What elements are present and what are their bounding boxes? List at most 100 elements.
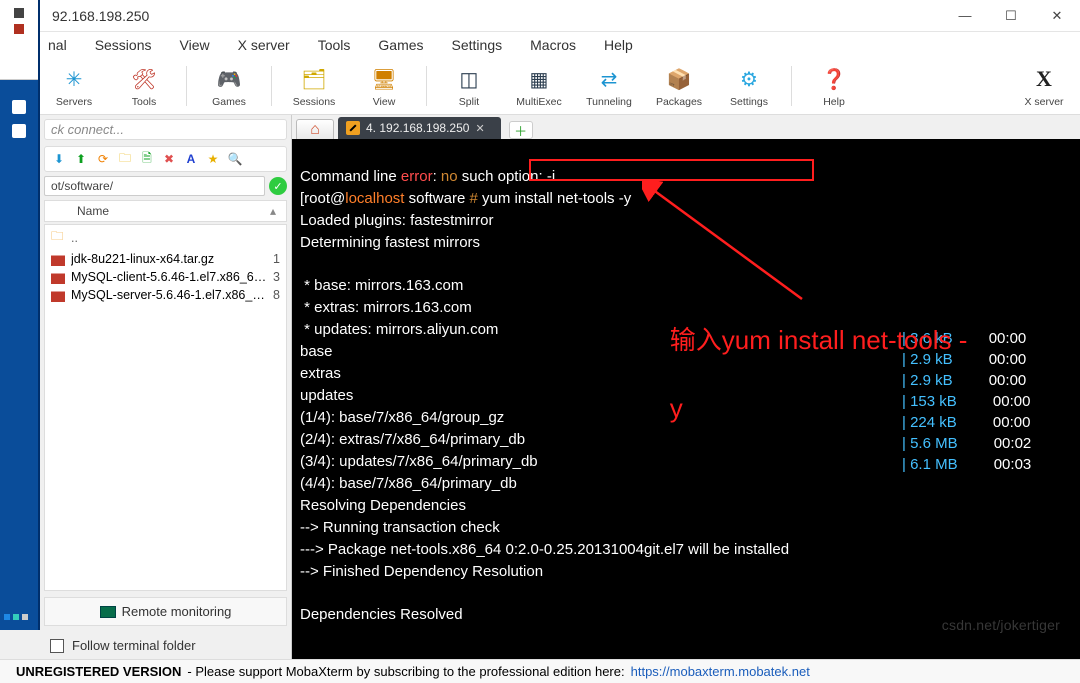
menu-macros[interactable]: Macros bbox=[528, 35, 578, 55]
monitor-icon bbox=[100, 606, 116, 618]
refresh-icon[interactable]: ⟳ bbox=[95, 151, 111, 167]
checkbox-icon[interactable] bbox=[50, 639, 64, 653]
upload-icon[interactable]: ⬆ bbox=[73, 151, 89, 167]
term-text: (2/4): extras/7/x86_64/primary_db bbox=[300, 431, 525, 448]
watermark: csdn.net/jokertiger bbox=[942, 617, 1060, 633]
terminal[interactable]: Command line error: no such option: -i [… bbox=[292, 139, 1080, 659]
bookmark-icon[interactable]: ★ bbox=[205, 151, 221, 167]
menu-settings[interactable]: Settings bbox=[450, 35, 505, 55]
settings-icon: ⚙ bbox=[734, 64, 764, 94]
tunneling-icon: ⇄ bbox=[594, 64, 624, 94]
terminal-area: ⌂ 4. 192.168.198.250 ✕ ＋ Command line er… bbox=[292, 115, 1080, 659]
toolbar-multiexec[interactable]: ▦MultiExec bbox=[511, 64, 567, 108]
term-text: Command line bbox=[300, 168, 401, 185]
tab-strip: ⌂ 4. 192.168.198.250 ✕ ＋ bbox=[292, 115, 1080, 139]
list-item[interactable]: MySQL-server-5.6.46-1.el7.x86_6... 8 bbox=[45, 286, 286, 304]
download-icon[interactable]: ⬇ bbox=[51, 151, 67, 167]
games-icon: 🎮 bbox=[214, 64, 244, 94]
follow-terminal-row[interactable]: Follow terminal folder bbox=[40, 632, 291, 659]
remote-monitoring-label: Remote monitoring bbox=[122, 604, 232, 619]
term-text: * base: mirrors.163.com bbox=[300, 277, 463, 294]
term-text: * extras: mirrors.163.com bbox=[300, 299, 472, 316]
close-button[interactable]: ✕ bbox=[1034, 0, 1080, 32]
sessions-label: Sessions bbox=[293, 96, 336, 108]
tab-close-icon[interactable]: ✕ bbox=[475, 122, 484, 135]
archive-icon bbox=[51, 252, 65, 266]
toolbar-separator bbox=[186, 66, 187, 106]
minimize-button[interactable]: — bbox=[942, 0, 988, 32]
path-input[interactable]: ot/software/ bbox=[44, 176, 265, 196]
list-item[interactable]: 🗀 .. bbox=[45, 225, 286, 250]
toolbar-separator bbox=[271, 66, 272, 106]
term-text: Dependencies Resolved bbox=[300, 606, 463, 623]
term-text: (1/4): base/7/x86_64/group_gz bbox=[300, 409, 504, 426]
toolbar-games[interactable]: 🎮Games bbox=[201, 64, 257, 108]
quick-connect-input[interactable]: ck connect... bbox=[44, 119, 287, 140]
file-extra: 3 bbox=[273, 270, 280, 284]
terminal-icon bbox=[346, 121, 360, 135]
file-header-name[interactable]: Name bbox=[77, 204, 262, 218]
toolbar-tunneling[interactable]: ⇄ Tunneling bbox=[581, 64, 637, 108]
menu-games[interactable]: Games bbox=[376, 35, 425, 55]
toolbar-sessions[interactable]: 🗂Sessions bbox=[286, 64, 342, 108]
toolbar-view[interactable]: 🖥 View bbox=[356, 64, 412, 108]
view-icon: 🖥 bbox=[369, 64, 399, 94]
toolbar-settings[interactable]: ⚙ Settings bbox=[721, 64, 777, 108]
toolbar-split[interactable]: ◫Split bbox=[441, 64, 497, 108]
bg-icon bbox=[4, 614, 10, 620]
list-item[interactable]: jdk-8u221-linux-x64.tar.gz 1 bbox=[45, 250, 286, 268]
bg-icon bbox=[12, 124, 26, 138]
delete-icon[interactable]: ✖ bbox=[161, 151, 177, 167]
file-extra: 8 bbox=[273, 288, 280, 302]
font-icon[interactable]: A bbox=[183, 151, 199, 167]
file-name: jdk-8u221-linux-x64.tar.gz bbox=[71, 252, 267, 266]
file-header-sort-icon[interactable]: ▴ bbox=[270, 204, 276, 218]
menu-sessions[interactable]: Sessions bbox=[93, 35, 154, 55]
toolbar-servers[interactable]: ✳Servers bbox=[46, 64, 102, 108]
tunneling-label: Tunneling bbox=[586, 96, 632, 108]
annotation-box bbox=[529, 159, 814, 181]
menu-tools[interactable]: Tools bbox=[316, 35, 353, 55]
footer-link[interactable]: https://mobaxterm.mobatek.net bbox=[631, 664, 810, 679]
maximize-button[interactable]: ☐ bbox=[988, 0, 1034, 32]
menu-xserver[interactable]: X server bbox=[236, 35, 292, 55]
tools-icon: 🛠 bbox=[129, 64, 159, 94]
settings-label: Settings bbox=[730, 96, 768, 108]
toolbar-packages[interactable]: 📦Packages bbox=[651, 64, 707, 108]
help-label: Help bbox=[823, 96, 845, 108]
split-icon: ◫ bbox=[454, 64, 484, 94]
archive-icon bbox=[51, 288, 65, 302]
servers-icon: ✳ bbox=[59, 64, 89, 94]
bg-icon bbox=[14, 24, 24, 34]
path-text: ot/software/ bbox=[51, 179, 113, 193]
menu-terminal[interactable]: nal bbox=[46, 35, 69, 55]
path-ok-icon: ✓ bbox=[269, 177, 287, 195]
menu-help[interactable]: Help bbox=[602, 35, 635, 55]
term-text: extras bbox=[300, 365, 341, 382]
remote-monitoring-button[interactable]: Remote monitoring bbox=[44, 597, 287, 626]
list-item[interactable]: MySQL-client-5.6.46-1.el7.x86_64... 3 bbox=[45, 268, 286, 286]
term-text: --> Running transaction check bbox=[300, 519, 500, 536]
search-icon[interactable]: 🔍 bbox=[227, 151, 243, 167]
toolbar-help[interactable]: ❓Help bbox=[806, 64, 862, 108]
newfolder-icon[interactable]: 🗀 bbox=[117, 151, 133, 167]
toolbar-separator bbox=[791, 66, 792, 106]
view-label: View bbox=[373, 96, 396, 108]
term-text: ---> Package net-tools.x86_64 0:2.0-0.25… bbox=[300, 541, 789, 558]
annotation-text: 输入yum install net-tools - y bbox=[612, 289, 1042, 459]
tab-session-active[interactable]: 4. 192.168.198.250 ✕ bbox=[338, 117, 501, 139]
tab-home[interactable]: ⌂ bbox=[296, 119, 334, 139]
bg-icon bbox=[13, 614, 19, 620]
menu-view[interactable]: View bbox=[178, 35, 212, 55]
menu-bar: nal Sessions View X server Tools Games S… bbox=[0, 32, 1080, 58]
tab-new[interactable]: ＋ bbox=[509, 121, 533, 139]
title-bar: 92.168.198.250 — ☐ ✕ bbox=[0, 0, 1080, 32]
toolbar-xserver[interactable]: XX server bbox=[1016, 64, 1072, 108]
toolbar-tools[interactable]: 🛠Tools bbox=[116, 64, 172, 108]
term-text: (4/4): base/7/x86_64/primary_db bbox=[300, 475, 517, 492]
file-list: 🗀 .. jdk-8u221-linux-x64.tar.gz 1 MySQL-… bbox=[44, 224, 287, 591]
annotation-line: 输入yum install net-tools - bbox=[670, 325, 968, 355]
newfile-icon[interactable]: 🗎 bbox=[139, 151, 155, 167]
term-text: software bbox=[404, 190, 465, 207]
term-text: : bbox=[433, 168, 441, 185]
